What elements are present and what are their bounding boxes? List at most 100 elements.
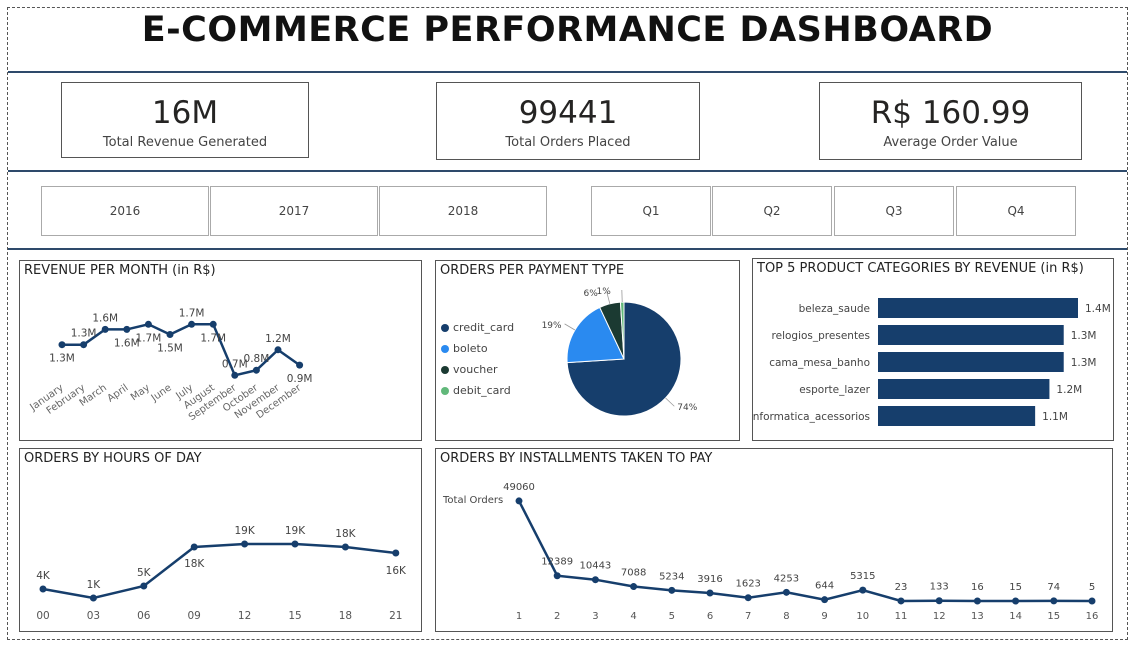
x-tick-label: 9	[821, 611, 827, 622]
data-point	[821, 596, 829, 604]
kpi-label: Average Order Value	[883, 135, 1018, 150]
slicer-q4[interactable]: Q4	[956, 186, 1076, 236]
slicer-q1[interactable]: Q1	[591, 186, 711, 236]
x-tick-label: 09	[188, 610, 201, 622]
data-label: 1.3M	[1071, 357, 1097, 369]
data-point	[1050, 597, 1058, 605]
kpi-value: R$ 160.99	[870, 95, 1031, 131]
data-label: 1.6M	[92, 312, 118, 324]
slicer-year-2016[interactable]: 2016	[41, 186, 209, 236]
x-tick-label: 15	[288, 610, 301, 622]
top-categories-panel: TOP 5 PRODUCT CATEGORIES BY REVENUE (in …	[752, 258, 1114, 441]
y-axis-label: Total Orders	[442, 495, 503, 506]
data-point	[859, 586, 867, 594]
installments-line-chart: Total Orders4906011238921044337088452345…	[442, 482, 1099, 622]
x-tick-label: 7	[745, 611, 751, 622]
data-label: 7088	[621, 568, 646, 579]
bar	[878, 406, 1036, 426]
x-tick-label: 8	[783, 611, 789, 622]
data-label: 1.7M	[200, 332, 226, 344]
data-label: 644	[815, 581, 834, 592]
data-label: 1.4M	[1085, 303, 1111, 315]
data-label: 1623	[735, 579, 760, 590]
payment-type-panel: ORDERS PER PAYMENT TYPE credit_card bole…	[435, 260, 740, 441]
x-tick-label: 11	[895, 611, 908, 622]
x-tick-label: 6	[707, 611, 713, 622]
x-tick-label: 3	[592, 611, 598, 622]
x-tick-label: 16	[1086, 611, 1099, 622]
data-label: 5315	[850, 571, 875, 582]
orders-by-hour-panel: ORDERS BY HOURS OF DAY 4K 00 1K 03 5K 06 18K 09…	[19, 448, 422, 632]
data-label: 1.2M	[1056, 384, 1082, 396]
slice-label: 74%	[677, 403, 697, 413]
data-point	[252, 366, 260, 374]
data-point	[553, 572, 561, 580]
data-point	[190, 543, 198, 551]
data-label: 1.3M	[71, 328, 97, 340]
kpi-card-orders: 99441 Total Orders Placed	[436, 82, 700, 160]
data-point	[668, 586, 676, 594]
data-label: 19K	[234, 525, 255, 537]
data-point	[274, 346, 282, 354]
data-point	[89, 594, 97, 602]
dashboard-title: E-COMMERCE PERFORMANCE DASHBOARD	[141, 10, 994, 50]
installments-panel: ORDERS BY INSTALLMENTS TAKEN TO PAY Tota…	[435, 448, 1113, 632]
x-tick-label: 15	[1047, 611, 1060, 622]
category-label: cama_mesa_banho	[769, 357, 870, 369]
data-point	[1088, 597, 1096, 605]
data-label: 0.9M	[287, 373, 313, 385]
slicer-year-2018[interactable]: 2018	[379, 186, 547, 236]
x-tick-label: 12	[933, 611, 946, 622]
hours-line-chart: 4K 00 1K 03 5K 06 18K 09 19K 12 19K 15 18K 18 16K 21	[36, 525, 407, 622]
data-label: 4K	[36, 570, 51, 582]
data-point	[973, 597, 981, 605]
data-label: 1K	[87, 579, 102, 591]
data-label: 5K	[137, 567, 152, 579]
data-point	[123, 325, 131, 333]
data-point	[630, 583, 638, 591]
bar	[878, 352, 1064, 372]
slicer-q2[interactable]: Q2	[712, 186, 832, 236]
slicer-q3[interactable]: Q3	[834, 186, 954, 236]
data-point	[1012, 597, 1020, 605]
divider	[8, 170, 1127, 172]
x-tick-label: 10	[856, 611, 869, 622]
kpi-value: 99441	[518, 95, 618, 131]
x-tick-label: May	[129, 382, 152, 403]
x-tick-label: 13	[971, 611, 984, 622]
divider	[8, 71, 1127, 73]
divider	[8, 248, 1127, 250]
x-tick-label: June	[149, 382, 174, 404]
data-point	[782, 588, 790, 596]
kpi-label: Total Revenue Generated	[102, 135, 268, 150]
kpi-card-revenue: 16M Total Revenue Generated	[61, 82, 309, 158]
data-label: 16K	[386, 565, 407, 577]
data-label: 1.3M	[1071, 330, 1097, 342]
data-point	[101, 325, 109, 333]
data-label: 1.7M	[179, 307, 205, 319]
data-point	[58, 341, 66, 349]
data-label: 74	[1047, 582, 1060, 593]
x-tick-label: 00	[36, 610, 49, 622]
data-point	[935, 597, 943, 605]
data-point	[706, 589, 714, 597]
data-point	[188, 320, 196, 328]
data-label: 18K	[184, 558, 205, 570]
data-label: 1.5M	[157, 343, 183, 355]
data-label: 15	[1009, 582, 1022, 593]
category-label: esporte_lazer	[799, 384, 870, 396]
data-label: 0.8M	[244, 353, 270, 365]
data-point	[296, 361, 304, 369]
x-tick-label: 5	[669, 611, 675, 622]
bar	[878, 298, 1078, 318]
slicer-year-2017[interactable]: 2017	[210, 186, 378, 236]
x-tick-label: 4	[630, 611, 636, 622]
kpi-value: 16M	[151, 95, 219, 131]
x-tick-label: 21	[389, 610, 402, 622]
data-point	[341, 543, 349, 551]
data-point	[166, 331, 174, 338]
series-line	[517, 500, 1093, 603]
data-label: 1.1M	[1042, 411, 1068, 423]
data-point	[591, 576, 599, 584]
x-tick-label: 18	[339, 610, 352, 622]
